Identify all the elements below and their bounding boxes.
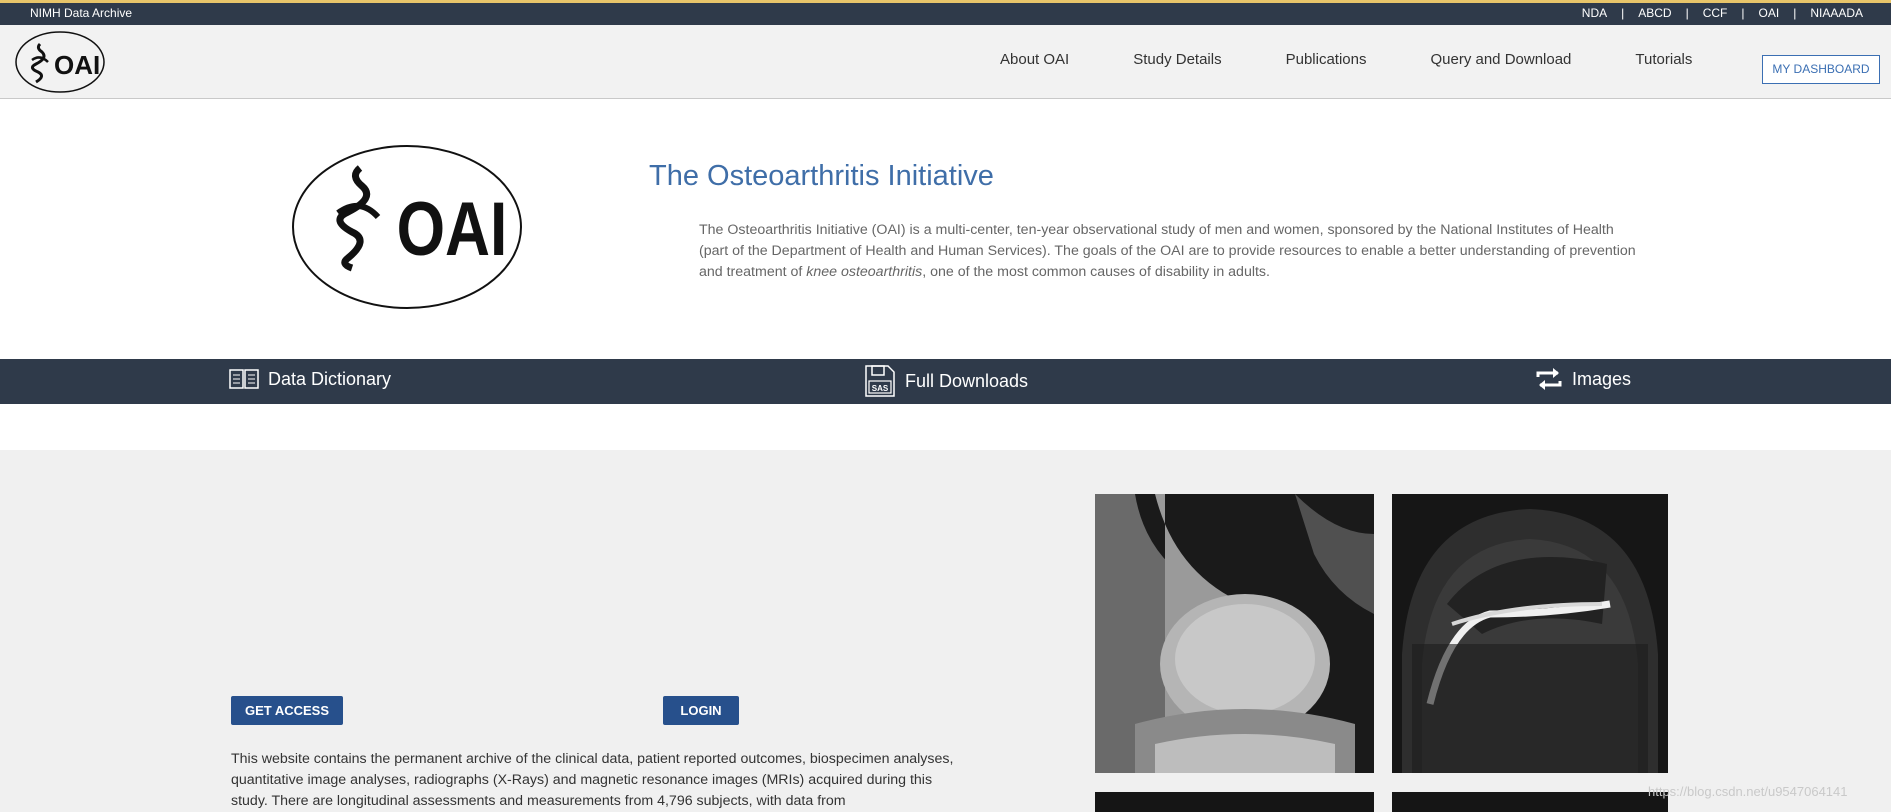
nav-publications[interactable]: Publications bbox=[1286, 51, 1367, 68]
svg-text:OAI: OAI bbox=[397, 186, 508, 271]
nav-about-oai[interactable]: About OAI bbox=[1000, 51, 1069, 68]
separator: | bbox=[1621, 6, 1625, 20]
get-access-button[interactable]: GET ACCESS bbox=[231, 696, 343, 725]
nav-study-details[interactable]: Study Details bbox=[1133, 51, 1221, 68]
images-link[interactable]: Images bbox=[1534, 365, 1631, 393]
access-section: GET ACCESS LOGIN This website contains t… bbox=[0, 450, 1891, 812]
full-downloads-link[interactable]: SAS Full Downloads bbox=[863, 363, 1028, 399]
full-downloads-label: Full Downloads bbox=[905, 370, 1029, 391]
login-button[interactable]: LOGIN bbox=[663, 696, 739, 725]
archive-description: This website contains the permanent arch… bbox=[231, 751, 954, 809]
data-dictionary-link[interactable]: Data Dictionary bbox=[228, 367, 391, 391]
resource-band: Data Dictionary SAS Full Downloads Image… bbox=[0, 359, 1891, 404]
page-title: The Osteoarthritis Initiative bbox=[649, 160, 994, 192]
intro-emphasis: knee osteoarthritis bbox=[806, 264, 923, 280]
link-nda[interactable]: NDA bbox=[1582, 6, 1607, 20]
intro-text-end: , one of the most common causes of disab… bbox=[922, 264, 1270, 280]
oai-hero-logo: OAI bbox=[292, 145, 522, 309]
separator: | bbox=[1793, 6, 1797, 20]
main-navbar: OAI About OAI Study Details Publications… bbox=[0, 25, 1891, 99]
mri-thumbnail bbox=[1392, 792, 1668, 812]
svg-text:OAI: OAI bbox=[54, 50, 100, 80]
mri-thumbnail bbox=[1095, 792, 1374, 812]
book-icon bbox=[229, 369, 259, 389]
link-ccf[interactable]: CCF bbox=[1703, 6, 1728, 20]
separator: | bbox=[1741, 6, 1745, 20]
nav-menu: About OAI Study Details Publications Que… bbox=[1000, 51, 1756, 68]
sas-file-icon: SAS bbox=[865, 365, 895, 397]
data-dictionary-label: Data Dictionary bbox=[268, 368, 392, 389]
my-dashboard-button[interactable]: MY DASHBOARD bbox=[1762, 55, 1880, 84]
intro-paragraph: The Osteoarthritis Initiative (OAI) is a… bbox=[699, 220, 1645, 283]
nda-brand-link[interactable]: NIMH Data Archive bbox=[30, 6, 132, 20]
sas-label: SAS bbox=[872, 384, 889, 393]
mri-knee-sagittal-image bbox=[1095, 494, 1374, 773]
link-abcd[interactable]: ABCD bbox=[1638, 6, 1671, 20]
link-oai[interactable]: OAI bbox=[1759, 6, 1780, 20]
separator: | bbox=[1685, 6, 1689, 20]
link-niaaada[interactable]: NIAAADA bbox=[1810, 6, 1863, 20]
oai-logo[interactable]: OAI bbox=[14, 30, 106, 94]
nav-query-download[interactable]: Query and Download bbox=[1430, 51, 1571, 68]
partner-links: NDA | ABCD | CCF | OAI | NIAAADA bbox=[1582, 6, 1863, 20]
exchange-arrows-icon bbox=[1536, 368, 1562, 390]
images-label: Images bbox=[1572, 368, 1632, 389]
mri-knee-axial-image bbox=[1392, 494, 1668, 773]
watermark-text: https://blog.csdn.net/u9547064141 bbox=[1648, 784, 1848, 799]
top-utility-bar: NIMH Data Archive NDA | ABCD | CCF | OAI… bbox=[0, 0, 1891, 25]
nav-tutorials[interactable]: Tutorials bbox=[1635, 51, 1692, 68]
